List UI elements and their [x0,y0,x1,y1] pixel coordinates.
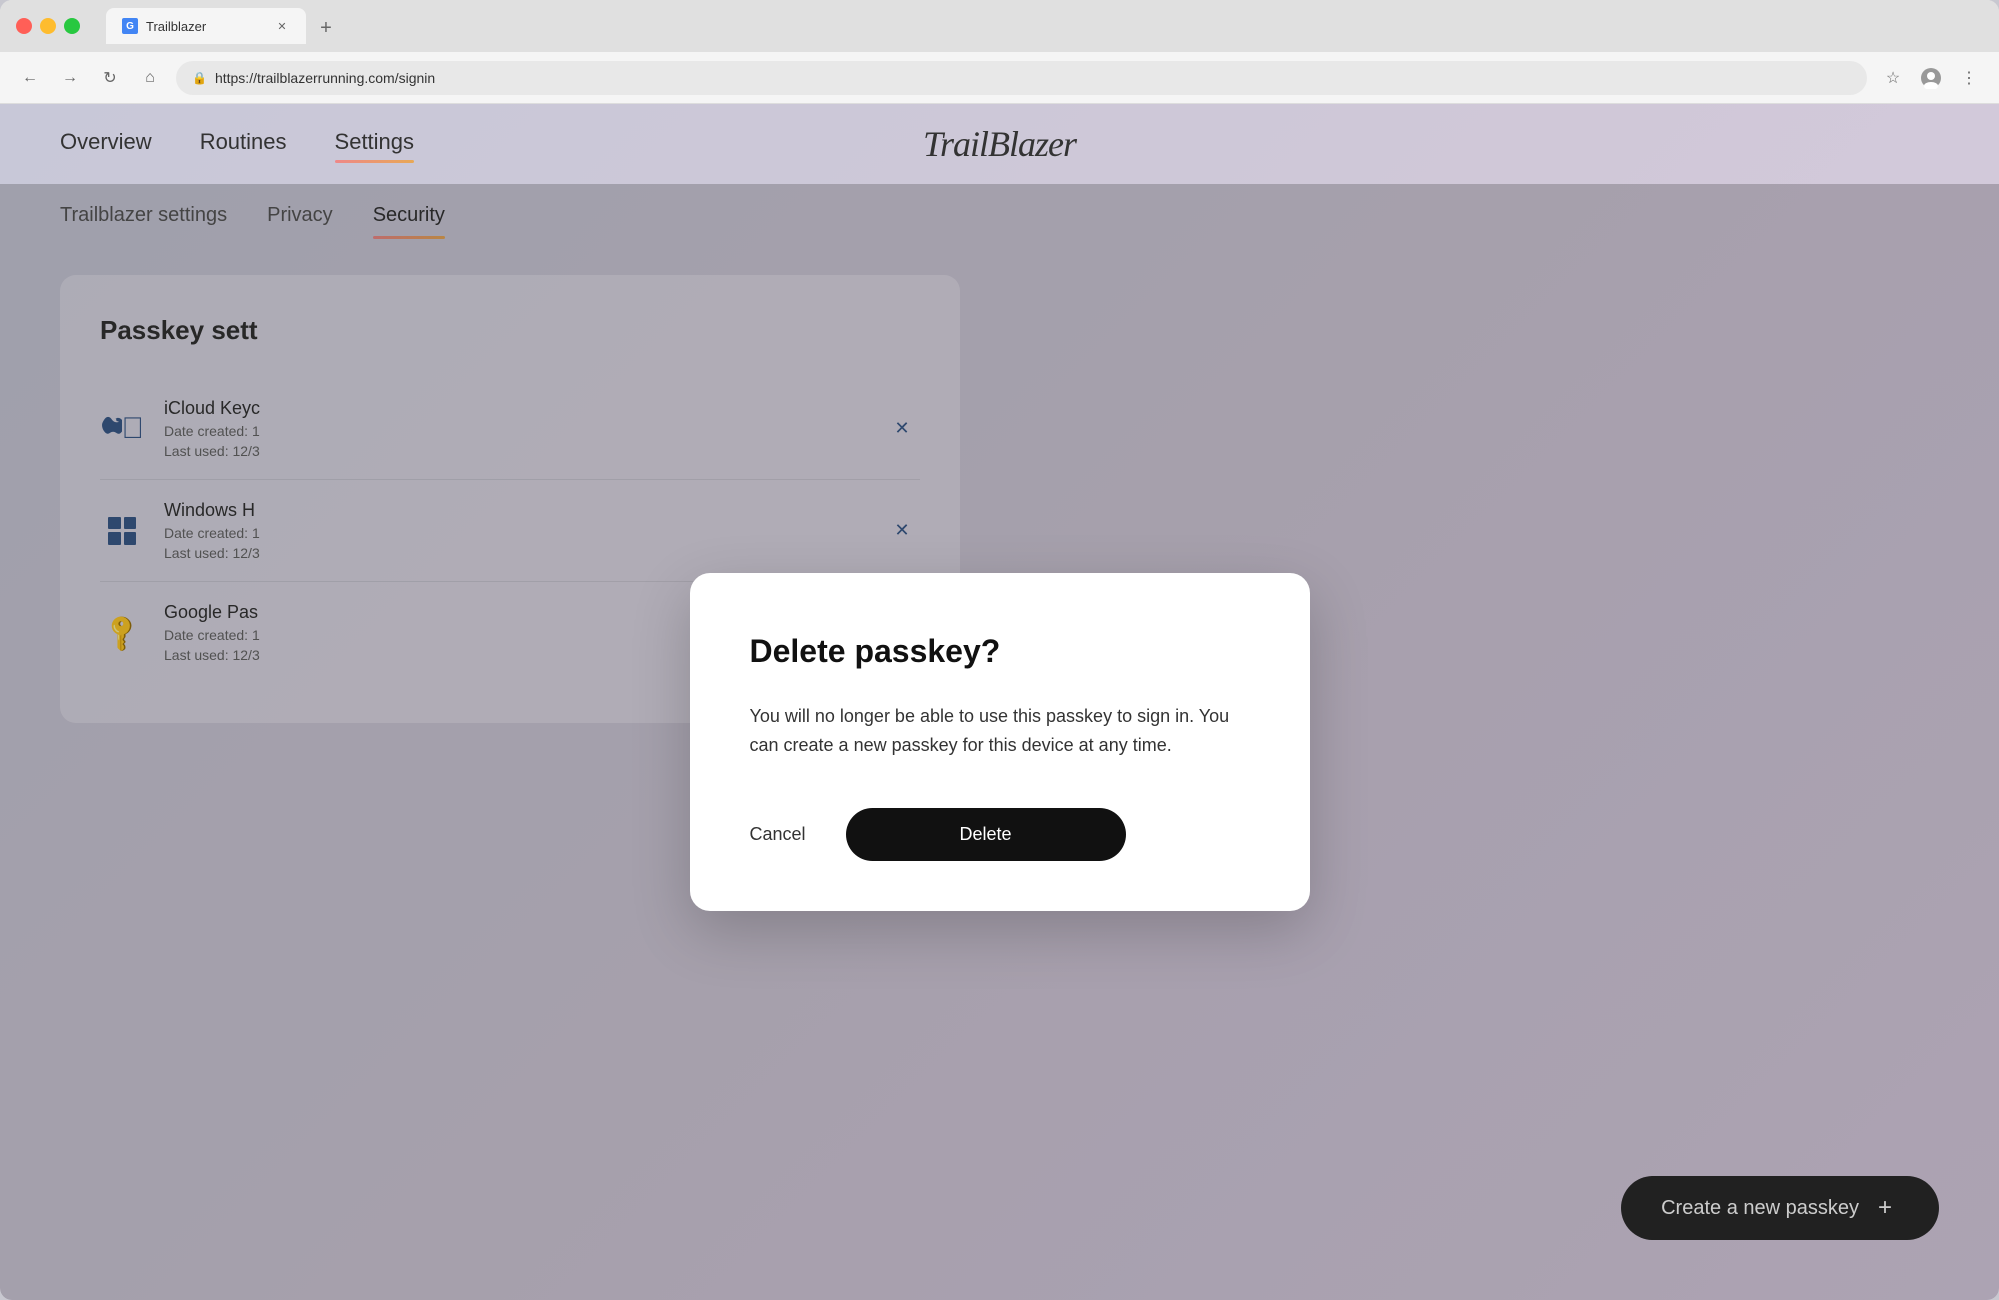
modal-overlay: Delete passkey? You will no longer be ab… [0,184,1999,1300]
nav-routines[interactable]: Routines [200,129,287,159]
modal-body: You will no longer be able to use this p… [750,702,1250,760]
traffic-lights [16,18,80,34]
modal-delete-button[interactable]: Delete [846,808,1126,861]
lock-icon: 🔒 [192,71,207,85]
app-container: Overview Routines Settings TrailBlazer [0,104,1999,1300]
new-tab-button[interactable]: + [310,12,342,44]
app-logo: TrailBlazer [923,123,1076,165]
modal-title: Delete passkey? [750,633,1250,670]
address-bar: ← → ↻ ⌂ 🔒 https://trailblazerrunning.com… [0,52,1999,104]
minimize-button[interactable] [40,18,56,34]
profile-icon[interactable] [1917,64,1945,92]
browser-titlebar: G Trailblazer ✕ + [0,0,1999,52]
bookmark-icon[interactable]: ☆ [1879,64,1907,92]
tab-close-button[interactable]: ✕ [274,18,290,34]
delete-passkey-modal: Delete passkey? You will no longer be ab… [690,573,1310,911]
home-button[interactable]: ⌂ [136,64,164,92]
content-area: Trailblazer settings Privacy Security Pa… [0,184,1999,1300]
close-button[interactable] [16,18,32,34]
tab-bar: G Trailblazer ✕ + [106,8,1983,44]
tab-title: Trailblazer [146,19,266,34]
nav-settings[interactable]: Settings [335,129,415,159]
tab-favicon-icon: G [122,18,138,34]
browser-frame: G Trailblazer ✕ + ← → ↻ ⌂ 🔒 https://trai… [0,0,1999,1300]
forward-button[interactable]: → [56,64,84,92]
url-text: https://trailblazerrunning.com/signin [215,70,435,86]
modal-cancel-button[interactable]: Cancel [750,824,806,845]
maximize-button[interactable] [64,18,80,34]
modal-actions: Cancel Delete [750,808,1250,861]
nav-links: Overview Routines Settings [60,129,414,159]
page-content: Overview Routines Settings TrailBlazer [0,104,1999,1300]
app-nav: Overview Routines Settings TrailBlazer [0,104,1999,184]
addressbar-actions: ☆ ⋮ [1879,64,1983,92]
reload-button[interactable]: ↻ [96,64,124,92]
nav-overview[interactable]: Overview [60,129,152,159]
back-button[interactable]: ← [16,64,44,92]
menu-icon[interactable]: ⋮ [1955,64,1983,92]
browser-tab[interactable]: G Trailblazer ✕ [106,8,306,44]
url-input[interactable]: 🔒 https://trailblazerrunning.com/signin [176,61,1867,95]
